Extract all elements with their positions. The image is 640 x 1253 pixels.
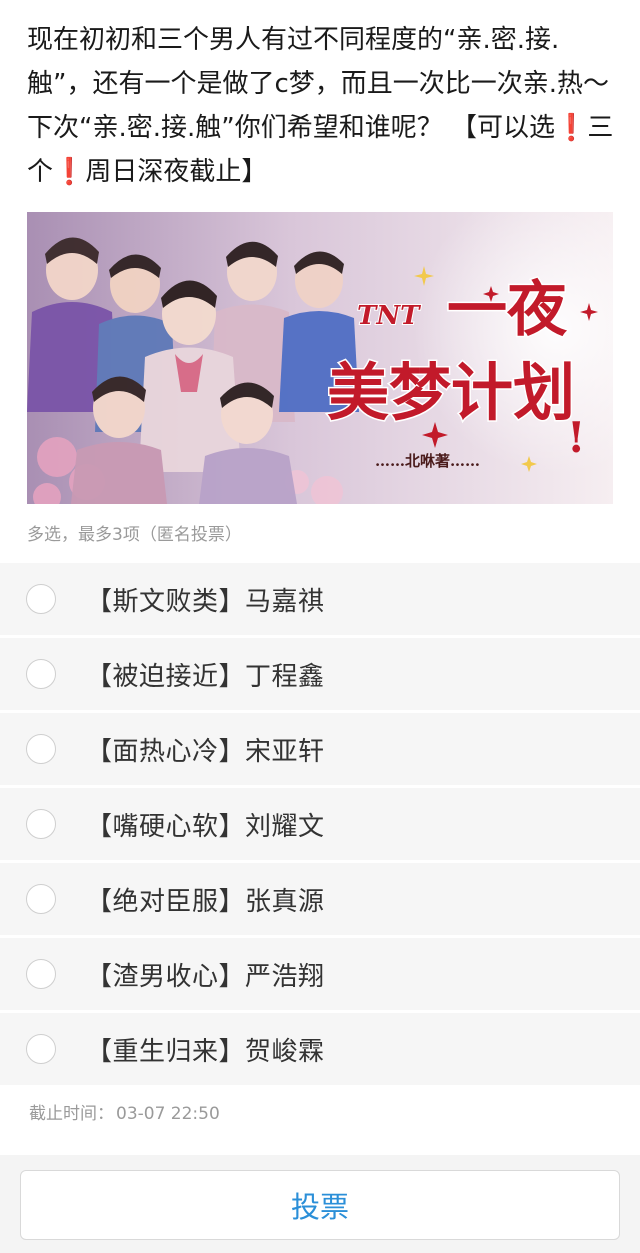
banner-exclaim: !	[567, 413, 585, 462]
vote-rules-note: 多选，最多3项（匿名投票）	[27, 525, 242, 545]
banner-brand-text: TNT	[357, 301, 421, 331]
poll-question: 现在初初和三个男人有过不同程度的“亲.密.接.触”，还有一个是做了c梦，而且一次…	[27, 18, 617, 194]
poll-options-list: 【斯文败类】马嘉祺 【被迫接近】丁程鑫 【面热心冷】宋亚轩 【嘴硬心软】刘耀文 …	[0, 563, 640, 1088]
radio-button-icon[interactable]	[26, 659, 56, 689]
poll-option-label: 【斯文败类】马嘉祺	[86, 586, 325, 617]
vote-button[interactable]: 投票	[20, 1170, 620, 1240]
radio-button-icon[interactable]	[26, 959, 56, 989]
poll-option-label: 【嘴硬心软】刘耀文	[86, 811, 325, 842]
poll-option[interactable]: 【嘴硬心软】刘耀文	[0, 788, 640, 860]
radio-button-icon[interactable]	[26, 734, 56, 764]
radio-button-icon[interactable]	[26, 1034, 56, 1064]
poll-banner-image: TNT 一夜 美梦计划 ! ……北咻著……	[27, 212, 613, 504]
deadline-text: 截止时间： 03-07 22:50	[27, 1099, 220, 1124]
poll-option[interactable]: 【被迫接近】丁程鑫	[0, 638, 640, 710]
radio-button-icon[interactable]	[26, 884, 56, 914]
radio-button-icon[interactable]	[26, 584, 56, 614]
banner-author-text: ……北咻著……	[375, 452, 480, 470]
poll-option[interactable]: 【渣男收心】严浩翔	[0, 938, 640, 1010]
banner-title-line1: 一夜	[447, 275, 568, 345]
poll-option[interactable]: 【斯文败类】马嘉祺	[0, 563, 640, 635]
exclamation-icon: ❗	[53, 157, 86, 187]
question-text-part3: 周日深夜截止】	[85, 157, 268, 187]
exclamation-icon: ❗	[555, 113, 588, 143]
banner-title-line2: 美梦计划	[327, 356, 575, 429]
poll-option-label: 【绝对臣服】张真源	[86, 886, 325, 917]
poll-option-label: 【重生归来】贺峻霖	[86, 1036, 325, 1067]
poll-option-label: 【被迫接近】丁程鑫	[86, 661, 325, 692]
deadline-label: 截止时间：	[29, 1104, 114, 1124]
radio-button-icon[interactable]	[26, 809, 56, 839]
question-text-part1: 现在初初和三个男人有过不同程度的“亲.密.接.触”，还有一个是做了c梦，而且一次…	[27, 25, 618, 143]
poll-option[interactable]: 【重生归来】贺峻霖	[0, 1013, 640, 1085]
deadline-value: 03-07 22:50	[116, 1104, 220, 1124]
poll-page: 现在初初和三个男人有过不同程度的“亲.密.接.触”，还有一个是做了c梦，而且一次…	[0, 0, 640, 1253]
poll-option-label: 【面热心冷】宋亚轩	[86, 736, 325, 767]
poll-option[interactable]: 【绝对臣服】张真源	[0, 863, 640, 935]
poll-option-label: 【渣男收心】严浩翔	[86, 961, 325, 992]
poll-option[interactable]: 【面热心冷】宋亚轩	[0, 713, 640, 785]
